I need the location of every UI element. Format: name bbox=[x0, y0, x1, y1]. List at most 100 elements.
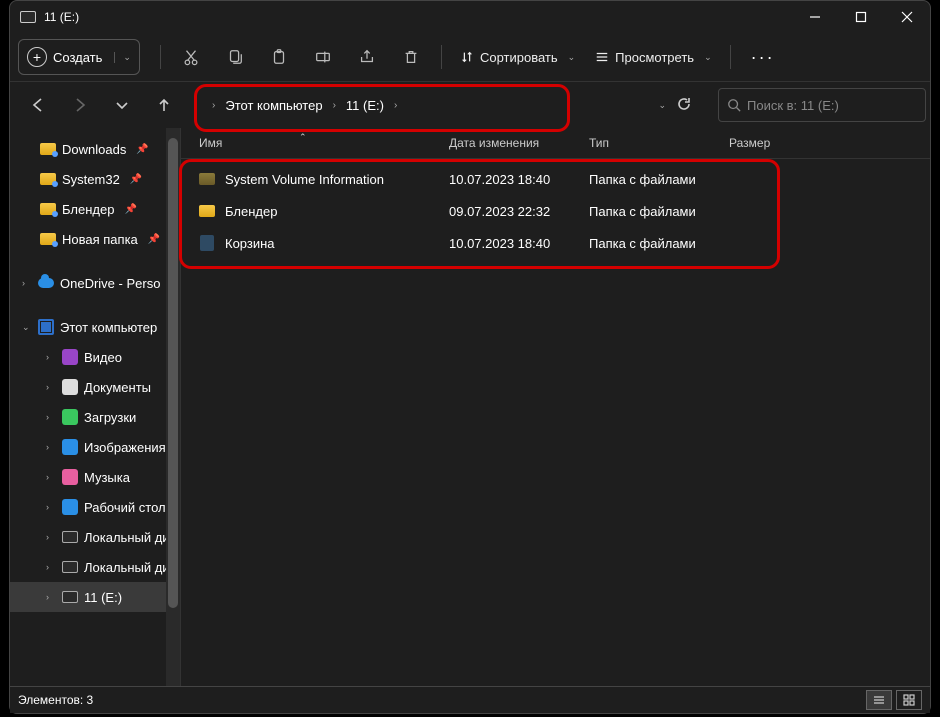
chevron-right-icon: › bbox=[392, 100, 399, 111]
sidebar-item-quick[interactable]: Блендер📌 bbox=[10, 194, 180, 224]
file-date: 10.07.2023 18:40 bbox=[449, 236, 589, 251]
sidebar-item-pc-child[interactable]: › Изображения bbox=[10, 432, 180, 462]
view-label: Просмотреть bbox=[615, 50, 694, 65]
chevron-down-icon[interactable]: ⌄ bbox=[658, 100, 666, 111]
sidebar-item-pc-child[interactable]: ›Рабочий стол bbox=[10, 492, 180, 522]
expand-icon[interactable]: › bbox=[46, 502, 56, 512]
file-row[interactable]: System Volume Information10.07.2023 18:4… bbox=[181, 163, 930, 195]
sidebar-item-pc-child[interactable]: ›Видео bbox=[10, 342, 180, 372]
recent-button[interactable] bbox=[104, 87, 140, 123]
folder-icon bbox=[40, 171, 56, 187]
chevron-right-icon: › bbox=[210, 100, 217, 111]
sidebar-item-label: Загрузки bbox=[84, 410, 136, 425]
expand-icon[interactable]: › bbox=[46, 412, 56, 422]
item-icon bbox=[62, 409, 78, 425]
folder-icon bbox=[199, 171, 215, 187]
item-icon bbox=[62, 529, 78, 545]
pin-icon: 📌 bbox=[148, 234, 160, 245]
column-size[interactable]: Размер bbox=[729, 136, 809, 150]
breadcrumb-pc[interactable]: Этот компьютер bbox=[221, 98, 326, 113]
sidebar-item-label: Документы bbox=[84, 380, 151, 395]
sidebar-scrollbar[interactable] bbox=[166, 128, 180, 686]
expand-icon[interactable]: › bbox=[46, 352, 56, 362]
explorer-window: 11 (E:) + Создать ⌄ Сортировать ⌄ Просмо… bbox=[9, 0, 931, 714]
details-view-button[interactable] bbox=[866, 690, 892, 710]
sidebar-item-label: Локальный ди bbox=[84, 560, 170, 575]
sidebar-item-pc-child[interactable]: › Загрузки bbox=[10, 402, 180, 432]
separator bbox=[441, 45, 442, 69]
sort-icon bbox=[460, 50, 474, 64]
column-name[interactable]: Имя ⌃ bbox=[199, 136, 449, 150]
sidebar-item-quick[interactable]: System32📌 bbox=[10, 164, 180, 194]
pin-icon: 📌 bbox=[136, 144, 148, 155]
sidebar-item-label: Этот компьютер bbox=[60, 320, 157, 335]
collapse-icon[interactable]: ⌄ bbox=[22, 322, 32, 333]
chevron-down-icon: ⌄ bbox=[704, 52, 712, 63]
new-label: Создать bbox=[53, 50, 102, 65]
nav-row: › Этот компьютер › 11 (E:) › ⌄ Поиск в: … bbox=[10, 82, 930, 128]
item-icon bbox=[62, 559, 78, 575]
expand-icon[interactable]: › bbox=[46, 592, 56, 602]
sidebar-item-quick[interactable]: Downloads 📌 bbox=[10, 134, 180, 164]
cloud-icon bbox=[38, 275, 54, 291]
column-type[interactable]: Тип bbox=[589, 136, 729, 150]
title-bar[interactable]: 11 (E:) bbox=[10, 1, 930, 33]
window-title: 11 (E:) bbox=[44, 10, 792, 24]
sidebar-item-label: OneDrive - Perso bbox=[60, 276, 160, 291]
sidebar-item-label: Изображения bbox=[84, 440, 166, 455]
view-icon bbox=[595, 50, 609, 64]
up-button[interactable] bbox=[146, 87, 182, 123]
item-icon bbox=[62, 349, 78, 365]
maximize-button[interactable] bbox=[838, 1, 884, 33]
icons-view-button[interactable] bbox=[896, 690, 922, 710]
column-headers[interactable]: Имя ⌃ Дата изменения Тип Размер bbox=[181, 128, 930, 159]
cut-button[interactable] bbox=[171, 40, 211, 74]
sidebar-item-label: Downloads bbox=[62, 142, 126, 157]
breadcrumb-drive[interactable]: 11 (E:) bbox=[342, 98, 388, 113]
new-button[interactable]: + Создать ⌄ bbox=[18, 39, 140, 75]
column-date[interactable]: Дата изменения bbox=[449, 136, 589, 150]
sort-asc-icon: ⌃ bbox=[299, 132, 307, 143]
minimize-button[interactable] bbox=[792, 1, 838, 33]
status-bar: Элементов: 3 bbox=[10, 686, 930, 713]
expand-icon[interactable]: › bbox=[46, 472, 56, 482]
address-bar[interactable]: › Этот компьютер › 11 (E:) › ⌄ bbox=[194, 88, 706, 122]
file-date: 10.07.2023 18:40 bbox=[449, 172, 589, 187]
view-button[interactable]: Просмотреть ⌄ bbox=[587, 40, 719, 74]
close-button[interactable] bbox=[884, 1, 930, 33]
expand-icon[interactable]: › bbox=[46, 442, 56, 452]
sidebar-item-pc-child[interactable]: ›Локальный ди bbox=[10, 522, 180, 552]
monitor-icon bbox=[38, 319, 54, 335]
item-icon bbox=[62, 439, 78, 455]
expand-icon[interactable]: › bbox=[46, 562, 56, 572]
sidebar-item-pc-child[interactable]: › Документы bbox=[10, 372, 180, 402]
more-button[interactable]: ··· bbox=[741, 47, 785, 68]
share-button[interactable] bbox=[347, 40, 387, 74]
sidebar-item-label: Блендер bbox=[62, 202, 114, 217]
rename-button[interactable] bbox=[303, 40, 343, 74]
sidebar-item-label: Новая папка bbox=[62, 232, 138, 247]
file-name: Блендер bbox=[225, 204, 277, 219]
forward-button[interactable] bbox=[62, 87, 98, 123]
sidebar-item-onedrive[interactable]: › OneDrive - Perso bbox=[10, 268, 180, 298]
sidebar-item-pc-child[interactable]: ›Музыка bbox=[10, 462, 180, 492]
delete-button[interactable] bbox=[391, 40, 431, 74]
back-button[interactable] bbox=[20, 87, 56, 123]
file-type: Папка с файлами bbox=[589, 236, 729, 251]
expand-icon[interactable]: › bbox=[22, 278, 32, 288]
folder-icon bbox=[199, 235, 215, 251]
sort-button[interactable]: Сортировать ⌄ bbox=[452, 40, 583, 74]
sidebar-item-quick[interactable]: Новая папка 📌 bbox=[10, 224, 180, 254]
expand-icon[interactable]: › bbox=[46, 532, 56, 542]
expand-icon[interactable]: › bbox=[46, 382, 56, 392]
sidebar-item-thispc[interactable]: ⌄ Этот компьютер bbox=[10, 312, 180, 342]
sidebar-item-pc-child[interactable]: › Локальный ди bbox=[10, 552, 180, 582]
search-input[interactable]: Поиск в: 11 (E:) bbox=[718, 88, 926, 122]
navigation-pane[interactable]: Downloads📌System32📌Блендер📌Новая папка📌 … bbox=[10, 128, 181, 686]
sidebar-item-pc-child[interactable]: ›11 (E:) bbox=[10, 582, 180, 612]
refresh-button[interactable] bbox=[676, 96, 692, 115]
paste-button[interactable] bbox=[259, 40, 299, 74]
file-row[interactable]: Блендер09.07.2023 22:32Папка с файлами bbox=[181, 195, 930, 227]
copy-button[interactable] bbox=[215, 40, 255, 74]
file-row[interactable]: Корзина10.07.2023 18:40Папка с файлами bbox=[181, 227, 930, 259]
